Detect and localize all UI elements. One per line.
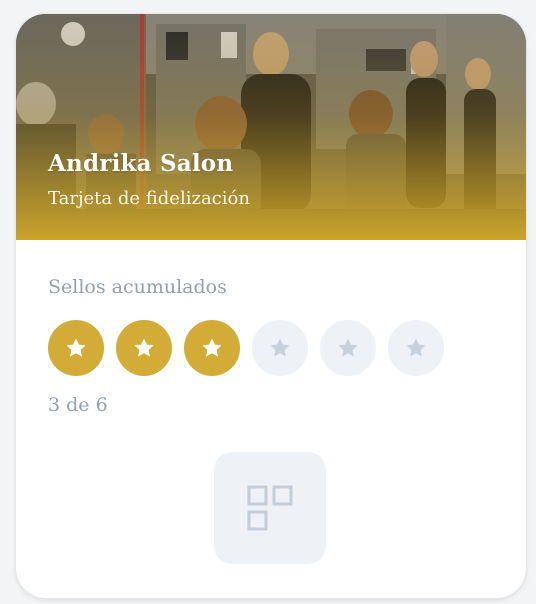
- star-icon: [66, 338, 86, 357]
- stamps-section-label: Sellos acumulados: [48, 276, 227, 298]
- stamps-row: [48, 320, 444, 376]
- stamp-empty: [320, 320, 376, 376]
- star-icon: [338, 338, 358, 357]
- stamp-filled: [48, 320, 104, 376]
- stamp-empty: [252, 320, 308, 376]
- qr-code-button[interactable]: [214, 452, 326, 564]
- business-name: Andrika Salon: [48, 150, 234, 177]
- star-icon: [270, 338, 290, 357]
- star-icon: [406, 338, 426, 357]
- stamps-progress: 3 de 6: [48, 394, 108, 416]
- qr-code-icon: [247, 485, 293, 531]
- loyalty-card: Andrika Salon Tarjeta de fidelización Se…: [16, 14, 526, 598]
- card-type-label: Tarjeta de fidelización: [48, 188, 250, 209]
- star-icon: [202, 338, 222, 357]
- hero-banner: Andrika Salon Tarjeta de fidelización: [16, 14, 526, 240]
- star-icon: [134, 338, 154, 357]
- stamp-empty: [388, 320, 444, 376]
- stamp-filled: [184, 320, 240, 376]
- stamp-filled: [116, 320, 172, 376]
